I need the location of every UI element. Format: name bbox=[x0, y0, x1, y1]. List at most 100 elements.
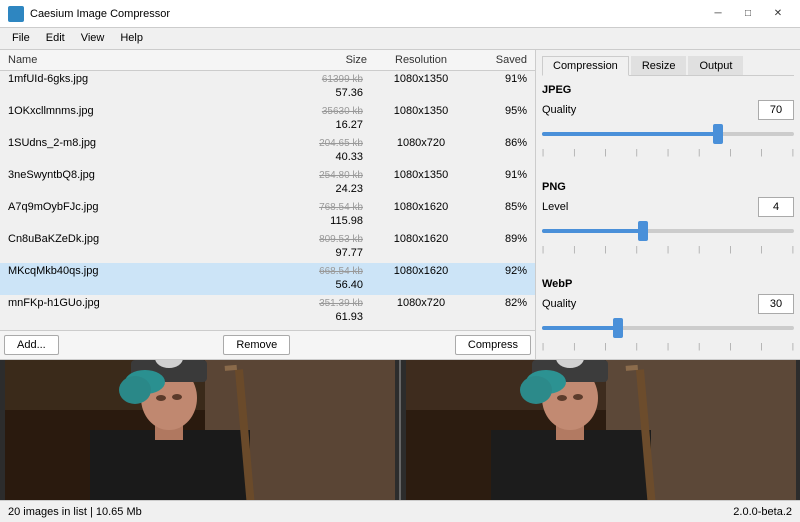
webp-quality-label: Quality bbox=[542, 298, 597, 310]
file-size-new: 16.27 bbox=[331, 118, 367, 132]
settings-panel: Compression Resize Output JPEG Quality bbox=[536, 50, 800, 359]
png-section: PNG Level ||||||||| bbox=[542, 181, 794, 258]
webp-title: WebP bbox=[542, 278, 794, 290]
table-row[interactable]: MKcqMkb40qs.jpg 668.54 kb 56.40 1080x162… bbox=[0, 263, 535, 295]
jpeg-quality-row: Quality bbox=[542, 100, 794, 120]
webp-slider-ticks: ||||||||| bbox=[542, 342, 794, 351]
table-row[interactable]: A7q9mOybFJc.jpg 768.54 kb 115.98 1080x16… bbox=[0, 199, 535, 231]
file-size-new: 56.40 bbox=[331, 278, 367, 292]
file-table-header: Name Size Resolution Saved bbox=[0, 50, 535, 71]
file-resolution: 1080x720 bbox=[371, 136, 471, 165]
file-name: MKcqMkb40qs.jpg bbox=[4, 264, 281, 293]
file-name: A7q9mOybFJc.jpg bbox=[4, 200, 281, 229]
remove-button[interactable]: Remove bbox=[223, 335, 290, 355]
jpeg-slider-fill bbox=[542, 132, 718, 136]
file-size-new: 97.77 bbox=[331, 246, 367, 260]
preview-panel bbox=[0, 360, 800, 500]
maximize-button[interactable]: □ bbox=[734, 4, 762, 24]
col-resolution: Resolution bbox=[371, 52, 471, 68]
original-preview-image bbox=[5, 360, 395, 500]
menu-file[interactable]: File bbox=[4, 30, 38, 47]
minimize-button[interactable]: ─ bbox=[704, 4, 732, 24]
file-saved: 92% bbox=[471, 264, 531, 293]
png-slider-thumb[interactable] bbox=[638, 221, 648, 241]
webp-slider-fill bbox=[542, 326, 618, 330]
jpeg-title: JPEG bbox=[542, 84, 794, 96]
menu-edit[interactable]: Edit bbox=[38, 30, 73, 47]
tab-resize[interactable]: Resize bbox=[631, 56, 687, 75]
preview-original bbox=[0, 360, 401, 500]
status-count: 20 images in list | 10.65 Mb bbox=[8, 506, 142, 518]
webp-quality-row: Quality bbox=[542, 294, 794, 314]
webp-slider-thumb[interactable] bbox=[613, 318, 623, 338]
table-row[interactable]: mnFKp-h1GUo.jpg 351.39 kb 61.93 1080x720… bbox=[0, 295, 535, 327]
tab-compression[interactable]: Compression bbox=[542, 56, 629, 76]
window-title: Caesium Image Compressor bbox=[30, 8, 170, 20]
total-size: 10.65 Mb bbox=[96, 506, 142, 518]
png-level-row: Level bbox=[542, 197, 794, 217]
file-size-new: 57.36 bbox=[331, 86, 367, 100]
file-resolution: 1080x1350 bbox=[371, 104, 471, 133]
title-bar: Caesium Image Compressor ─ □ ✕ bbox=[0, 0, 800, 28]
file-saved: 95% bbox=[471, 104, 531, 133]
file-saved: 91% bbox=[471, 72, 531, 101]
file-size-new: 61.93 bbox=[331, 310, 367, 324]
file-resolution: 1080x1350 bbox=[371, 168, 471, 197]
close-button[interactable]: ✕ bbox=[764, 4, 792, 24]
file-resolution: 1080x720 bbox=[371, 296, 471, 325]
file-size-original: 768.54 kb bbox=[315, 201, 367, 214]
menu-help[interactable]: Help bbox=[112, 30, 151, 47]
png-slider-fill bbox=[542, 229, 643, 233]
jpeg-quality-label: Quality bbox=[542, 104, 597, 116]
window-controls: ─ □ ✕ bbox=[704, 4, 792, 24]
file-name: 1SUdns_2-m8.jpg bbox=[4, 136, 281, 165]
title-bar-left: Caesium Image Compressor bbox=[8, 6, 170, 22]
file-resolution: 1080x1350 bbox=[371, 72, 471, 101]
tab-output[interactable]: Output bbox=[688, 56, 743, 75]
file-size-new: 24.23 bbox=[331, 182, 367, 196]
file-saved: 86% bbox=[471, 136, 531, 165]
col-name: Name bbox=[4, 52, 281, 68]
top-section: Name Size Resolution Saved 1mfUId-6gks.j… bbox=[0, 50, 800, 360]
table-row[interactable]: 1SUdns_2-m8.jpg 204.65 kb 40.33 1080x720… bbox=[0, 135, 535, 167]
file-size-new: 115.98 bbox=[326, 214, 367, 228]
file-name: 1mfUId-6gks.jpg bbox=[4, 72, 281, 101]
main-layout: Name Size Resolution Saved 1mfUId-6gks.j… bbox=[0, 50, 800, 522]
table-row[interactable]: 1OKxcllmnms.jpg 35630 kb 16.27 1080x1350… bbox=[0, 103, 535, 135]
png-title: PNG bbox=[542, 181, 794, 193]
jpeg-slider-thumb[interactable] bbox=[713, 124, 723, 144]
images-count: 20 images in list bbox=[8, 506, 87, 518]
file-size-original: 61399 kb bbox=[318, 73, 367, 86]
add-button[interactable]: Add... bbox=[4, 335, 59, 355]
file-size-new: 40.33 bbox=[331, 150, 367, 164]
file-list-scroll[interactable]: 1mfUId-6gks.jpg 61399 kb 57.36 1080x1350… bbox=[0, 71, 535, 330]
file-saved: 85% bbox=[471, 200, 531, 229]
file-resolution: 1080x1620 bbox=[371, 232, 471, 261]
file-size-original: 254.80 kb bbox=[315, 169, 367, 182]
file-saved: 82% bbox=[471, 296, 531, 325]
jpeg-quality-input[interactable] bbox=[758, 100, 794, 120]
file-size-original: 35630 kb bbox=[318, 105, 367, 118]
table-row[interactable]: Cn8uBaKZeDk.jpg 809.53 kb 97.77 1080x162… bbox=[0, 231, 535, 263]
png-level-label: Level bbox=[542, 201, 597, 213]
webp-quality-input[interactable] bbox=[758, 294, 794, 314]
png-level-input[interactable] bbox=[758, 197, 794, 217]
menu-bar: File Edit View Help bbox=[0, 28, 800, 50]
jpeg-section: JPEG Quality ||||||||| bbox=[542, 84, 794, 161]
table-row[interactable]: 1mfUId-6gks.jpg 61399 kb 57.36 1080x1350… bbox=[0, 71, 535, 103]
col-size: Size bbox=[281, 52, 371, 68]
file-size-original: 668.54 kb bbox=[315, 265, 367, 278]
file-list-panel: Name Size Resolution Saved 1mfUId-6gks.j… bbox=[0, 50, 536, 359]
settings-tabs: Compression Resize Output bbox=[542, 56, 794, 76]
file-saved: 91% bbox=[471, 168, 531, 197]
webp-section: WebP Quality ||||||||| bbox=[542, 278, 794, 355]
compress-button[interactable]: Compress bbox=[455, 335, 531, 355]
col-saved: Saved bbox=[471, 52, 531, 68]
version-text: 2.0.0-beta.2 bbox=[733, 506, 792, 518]
table-row[interactable]: 3neSwyntbQ8.jpg 254.80 kb 24.23 1080x135… bbox=[0, 167, 535, 199]
file-resolution: 1080x1620 bbox=[371, 200, 471, 229]
action-bar: Add... Remove Compress bbox=[0, 330, 535, 359]
jpeg-slider-ticks: ||||||||| bbox=[542, 148, 794, 157]
preview-compressed bbox=[401, 360, 800, 500]
menu-view[interactable]: View bbox=[73, 30, 113, 47]
